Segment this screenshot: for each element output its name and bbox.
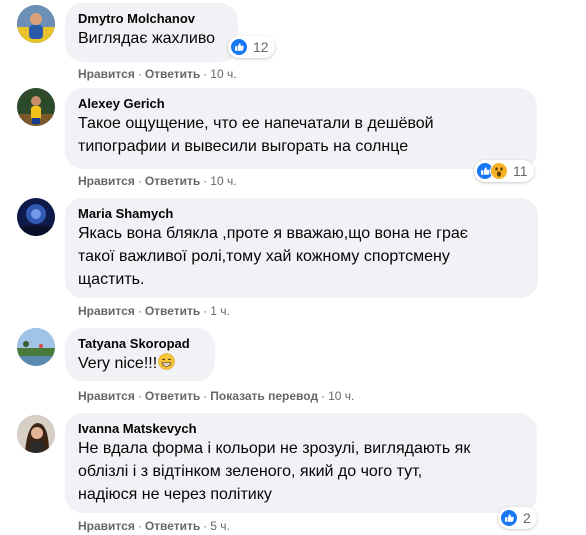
comment-text: Виглядає жахливо	[78, 30, 216, 47]
reaction-summary[interactable]: 11	[474, 160, 534, 182]
reaction-summary[interactable]: 2	[498, 507, 537, 529]
reaction-summary[interactable]: 12	[228, 36, 275, 58]
comment-timestamp[interactable]: 1 ч.	[210, 304, 230, 318]
reply-button[interactable]: Ответить	[145, 174, 200, 188]
avatar[interactable]	[17, 328, 55, 366]
comment-text-content: Very nice!!!	[78, 355, 158, 372]
comment-bubble: Alexey Gerich Такое ощущение, что ее нап…	[65, 88, 537, 169]
comment-author[interactable]: Dmytro Molchanov	[78, 10, 225, 27]
comment-text: Very nice!!!	[78, 352, 202, 375]
avatar[interactable]	[17, 88, 55, 126]
comment-actions: Нравится · Ответить · 1 ч.	[78, 304, 230, 318]
like-button[interactable]: Нравится	[78, 389, 135, 403]
comment-timestamp[interactable]: 10 ч.	[328, 389, 354, 403]
like-button[interactable]: Нравится	[78, 304, 135, 318]
comment-timestamp[interactable]: 5 ч.	[210, 519, 230, 533]
like-icon	[500, 509, 518, 527]
comment-timestamp[interactable]: 10 ч.	[210, 174, 236, 188]
comment-text: Не вдала форма і кольори не зрозулі, виг…	[78, 440, 471, 503]
avatar[interactable]	[17, 198, 55, 236]
reply-button[interactable]: Ответить	[145, 519, 200, 533]
reply-button[interactable]: Ответить	[145, 389, 200, 403]
comment-bubble: Tatyana Skoropad Very nice!!!	[65, 328, 215, 381]
reaction-count: 2	[523, 510, 531, 526]
comment-text: Такое ощущение, что ее напечатали в дешё…	[78, 115, 434, 155]
comment-actions: Нравится · Ответить · Показать перевод · 10 ч.	[78, 389, 355, 403]
reaction-count: 11	[513, 163, 528, 179]
comment-author[interactable]: Ivanna Matskevych	[78, 420, 524, 437]
comment-timestamp[interactable]: 10 ч.	[210, 67, 236, 81]
reaction-count: 12	[253, 39, 269, 55]
show-translation-button[interactable]: Показать перевод	[210, 389, 318, 403]
comment-bubble: Dmytro Molchanov Виглядає жахливо	[65, 3, 238, 62]
comment-actions: Нравится · Ответить · 10 ч.	[78, 67, 237, 81]
comment-author[interactable]: Alexey Gerich	[78, 95, 524, 112]
comment-bubble: Ivanna Matskevych Не вдала форма і кольо…	[65, 413, 537, 513]
wow-icon	[490, 162, 508, 180]
like-button[interactable]: Нравится	[78, 67, 135, 81]
comment-actions: Нравится · Ответить · 10 ч.	[78, 174, 237, 188]
comment-bubble: Maria Shamych Якась вона блякла ,проте я…	[65, 198, 538, 298]
like-button[interactable]: Нравится	[78, 174, 135, 188]
like-icon	[230, 38, 248, 56]
avatar[interactable]	[17, 415, 55, 453]
comment-actions: Нравится · Ответить · 5 ч.	[78, 519, 230, 533]
comment-author[interactable]: Tatyana Skoropad	[78, 335, 202, 352]
reply-button[interactable]: Ответить	[145, 67, 200, 81]
avatar[interactable]	[17, 5, 55, 43]
grinning-face-emoji	[158, 353, 175, 370]
comment-text: Якась вона блякла ,проте я вважаю,що вон…	[78, 225, 468, 288]
comment-author[interactable]: Maria Shamych	[78, 205, 525, 222]
like-button[interactable]: Нравится	[78, 519, 135, 533]
reply-button[interactable]: Ответить	[145, 304, 200, 318]
